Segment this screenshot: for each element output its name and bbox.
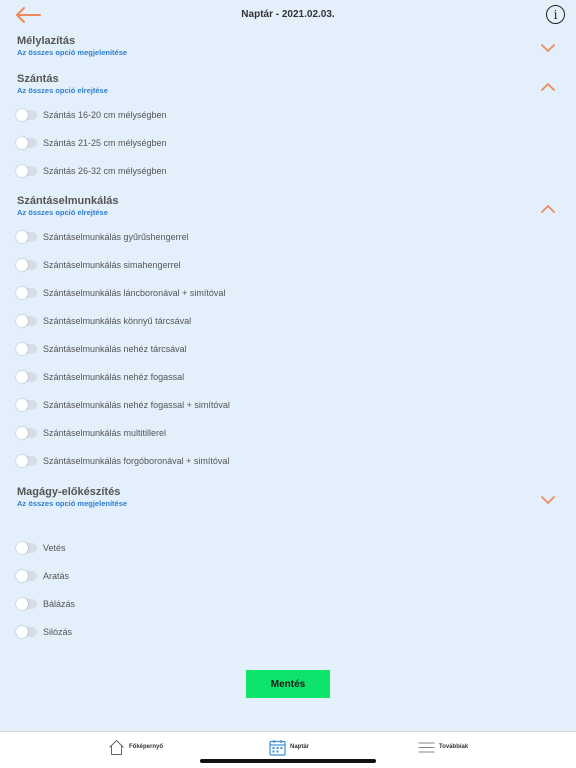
option-label: Aratás <box>43 571 70 581</box>
option-label: Szántás 16-20 cm mélységben <box>43 110 167 120</box>
option-label: Silózás <box>43 627 73 637</box>
option-row[interactable]: Szántáselmunkálás nehéz fogassal <box>16 370 184 384</box>
hide-all-link[interactable]: Az összes opció elrejtése <box>17 208 576 218</box>
toggle-switch[interactable] <box>16 231 37 243</box>
section-title: Mélylazítás <box>17 35 76 47</box>
toggle-switch[interactable] <box>16 109 37 121</box>
option-row[interactable]: Aratás <box>16 569 69 583</box>
option-row[interactable]: Szántás 26-32 cm mélységben <box>16 164 167 178</box>
toggle-switch[interactable] <box>16 137 37 149</box>
section-szantas: Szántás Az összes opció elrejtése <box>17 73 576 96</box>
tab-label: Továbbiak <box>439 744 469 750</box>
info-glyph: i <box>553 7 558 22</box>
option-label: Szántás 21-25 cm mélységben <box>43 138 167 148</box>
chevron-down-icon[interactable] <box>540 43 556 53</box>
option-label: Szántáselmunkálás nehéz fogassal <box>43 372 185 382</box>
show-all-link[interactable]: Az összes opció megjelenítése <box>17 48 576 58</box>
toggle-switch[interactable] <box>16 371 37 383</box>
option-label: Szántáselmunkálás simahengerrel <box>43 260 181 270</box>
section-szantaselmunkalas: Szántáselmunkálás Az összes opció elrejt… <box>17 195 576 218</box>
section-title: Szántás <box>17 73 59 85</box>
option-label: Szántáselmunkálás multitillerel <box>43 428 167 438</box>
show-all-link[interactable]: Az összes opció megjelenítése <box>17 499 576 509</box>
option-row[interactable]: Szántás 16-20 cm mélységben <box>16 108 167 122</box>
option-label: Szántáselmunkálás könnyű tárcsával <box>43 316 192 326</box>
option-row[interactable]: Szántáselmunkálás simahengerrel <box>16 258 181 272</box>
section-title: Magágy-előkészítés <box>17 486 121 498</box>
toggle-switch[interactable] <box>16 455 37 467</box>
chevron-up-icon[interactable] <box>540 82 556 92</box>
toggle-switch[interactable] <box>16 598 37 610</box>
tab-more[interactable]: Továbbiak <box>418 737 468 757</box>
option-label: Szántáselmunkálás nehéz fogassal + simít… <box>43 400 230 410</box>
toggle-switch[interactable] <box>16 315 37 327</box>
option-label: Szántáselmunkálás nehéz tárcsával <box>43 344 187 354</box>
option-label: Szántáselmunkálás forgóboronával + simít… <box>43 456 230 466</box>
option-label: Szántás 26-32 cm mélységben <box>43 166 167 176</box>
tab-calendar[interactable]: Naptár <box>269 737 309 757</box>
toggle-switch[interactable] <box>16 626 37 638</box>
section-title: Szántáselmunkálás <box>17 195 119 207</box>
info-icon[interactable]: i <box>546 5 565 24</box>
option-row[interactable]: Szántáselmunkálás gyűrűshengerrel <box>16 230 189 244</box>
option-row[interactable]: Szántáselmunkálás nehéz tárcsával <box>16 342 187 356</box>
option-label: Vetés <box>43 543 66 553</box>
home-icon <box>109 739 124 755</box>
option-row[interactable]: Szántás 21-25 cm mélységben <box>16 136 167 150</box>
home-indicator <box>200 759 376 763</box>
toggle-switch[interactable] <box>16 287 37 299</box>
option-row[interactable]: Szántáselmunkálás forgóboronával + simít… <box>16 454 229 468</box>
menu-icon <box>418 742 435 752</box>
tab-home[interactable]: Főképernyő <box>108 737 163 757</box>
toggle-switch[interactable] <box>16 399 37 411</box>
header: Naptár - 2021.02.03. i <box>0 0 576 32</box>
option-row[interactable]: Szántáselmunkálás multitillerel <box>16 426 166 440</box>
option-row[interactable]: Bálázás <box>16 597 75 611</box>
toggle-switch[interactable] <box>16 542 37 554</box>
toggle-switch[interactable] <box>16 259 37 271</box>
option-label: Szántáselmunkálás láncboronával + simító… <box>43 288 226 298</box>
page-title: Naptár - 2021.02.03. <box>241 9 335 20</box>
option-row[interactable]: Szántáselmunkálás könnyű tárcsával <box>16 314 191 328</box>
option-row[interactable]: Szántáselmunkálás nehéz fogassal + simít… <box>16 398 230 412</box>
tab-label: Főképernyő <box>129 744 164 750</box>
section-melylazitas: Mélylazítás Az összes opció megjelenítés… <box>17 35 576 58</box>
chevron-up-icon[interactable] <box>540 204 556 214</box>
option-row[interactable]: Szántáselmunkálás láncboronával + simító… <box>16 286 225 300</box>
save-button[interactable]: Mentés <box>246 670 330 698</box>
calendar-icon <box>269 739 286 756</box>
toggle-switch[interactable] <box>16 427 37 439</box>
toggle-switch[interactable] <box>16 343 37 355</box>
option-label: Bálázás <box>43 599 76 609</box>
toggle-switch[interactable] <box>16 570 37 582</box>
toggle-switch[interactable] <box>16 165 37 177</box>
option-row[interactable]: Silózás <box>16 625 72 639</box>
option-row[interactable]: Vetés <box>16 541 66 555</box>
chevron-down-icon[interactable] <box>540 495 556 505</box>
tab-label: Naptár <box>290 744 310 750</box>
section-magagy-elokeszites: Magágy-előkészítés Az összes opció megje… <box>17 486 576 509</box>
option-label: Szántáselmunkálás gyűrűshengerrel <box>43 232 189 242</box>
hide-all-link[interactable]: Az összes opció elrejtése <box>17 86 576 96</box>
